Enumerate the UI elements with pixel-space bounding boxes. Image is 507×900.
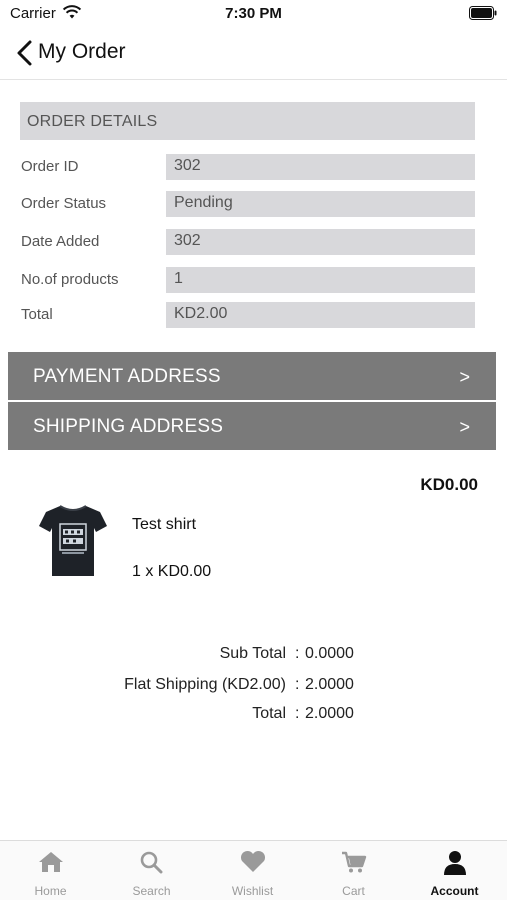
detail-value: 302 xyxy=(166,154,475,180)
home-icon xyxy=(38,852,63,872)
chevron-right-icon: > xyxy=(459,367,470,387)
product-price: KD0.00 xyxy=(420,475,478,494)
totals-value: 0.0000 xyxy=(305,645,354,662)
detail-label: Date Added xyxy=(21,233,100,250)
detail-value: KD2.00 xyxy=(166,302,475,328)
detail-row-total: Total KD2.00 xyxy=(20,302,475,328)
cart-icon xyxy=(341,851,366,873)
detail-label: Order ID xyxy=(21,158,79,175)
totals-separator: : xyxy=(295,645,300,662)
totals-separator: : xyxy=(295,676,300,693)
chevron-right-icon: > xyxy=(459,417,470,437)
totals-value: 2.0000 xyxy=(305,705,354,722)
detail-row-order-status: Order Status Pending xyxy=(20,191,475,217)
tab-label: Cart xyxy=(342,884,365,898)
tab-cart[interactable]: Cart xyxy=(303,841,404,900)
detail-value: 1 xyxy=(166,267,475,293)
tab-account[interactable]: Account xyxy=(404,841,505,900)
product-name[interactable]: Test shirt xyxy=(132,516,196,534)
totals-value: 2.0000 xyxy=(305,676,354,693)
shipping-address-label: SHIPPING ADDRESS xyxy=(33,416,224,437)
payment-address-label: PAYMENT ADDRESS xyxy=(33,366,221,387)
detail-label: No.of products xyxy=(21,271,119,288)
tab-label: Home xyxy=(34,884,67,898)
search-icon xyxy=(140,851,162,874)
tab-home[interactable]: Home xyxy=(0,841,101,900)
detail-row-products: No.of products 1 xyxy=(20,267,475,293)
tab-label: Wishlist xyxy=(231,884,274,898)
battery-icon xyxy=(469,6,497,20)
totals-row-total: Total : 2.0000 xyxy=(0,705,507,727)
tab-search[interactable]: Search xyxy=(101,841,202,900)
detail-row-date-added: Date Added 302 xyxy=(20,229,475,255)
shipping-address-button[interactable]: SHIPPING ADDRESS > xyxy=(8,402,496,450)
status-bar: Carrier 7:30 PM xyxy=(0,0,507,28)
detail-label: Total xyxy=(21,306,53,323)
tshirt-image[interactable] xyxy=(38,502,108,580)
heart-icon xyxy=(240,850,265,872)
order-details-title: ORDER DETAILS xyxy=(27,113,158,130)
page-title: My Order xyxy=(38,40,126,63)
clock: 7:30 PM xyxy=(225,5,282,22)
totals-separator: : xyxy=(295,705,300,722)
detail-label: Order Status xyxy=(21,195,107,212)
detail-row-order-id: Order ID 302 xyxy=(20,154,475,180)
totals-row-shipping: Flat Shipping (KD2.00) : 2.0000 xyxy=(0,676,507,698)
totals-label: Flat Shipping (KD2.00) xyxy=(124,676,286,693)
nav-bar: My Order xyxy=(0,28,507,80)
order-details-header: ORDER DETAILS xyxy=(20,102,475,140)
detail-value: Pending xyxy=(166,191,475,217)
tab-label: Search xyxy=(132,884,171,898)
detail-value: 302 xyxy=(166,229,475,255)
totals-label: Total xyxy=(252,705,286,722)
back-chevron-icon[interactable] xyxy=(10,38,40,68)
totals-row-subtotal: Sub Total : 0.0000 xyxy=(0,645,507,667)
tab-bar: Home Search Wishlist Cart Account xyxy=(0,840,507,900)
payment-address-button[interactable]: PAYMENT ADDRESS > xyxy=(8,352,496,400)
account-icon xyxy=(443,851,466,875)
tab-label: Account xyxy=(430,884,479,898)
tab-wishlist[interactable]: Wishlist xyxy=(202,841,303,900)
product-quantity: 1 x KD0.00 xyxy=(132,563,212,580)
totals-label: Sub Total xyxy=(219,645,286,662)
